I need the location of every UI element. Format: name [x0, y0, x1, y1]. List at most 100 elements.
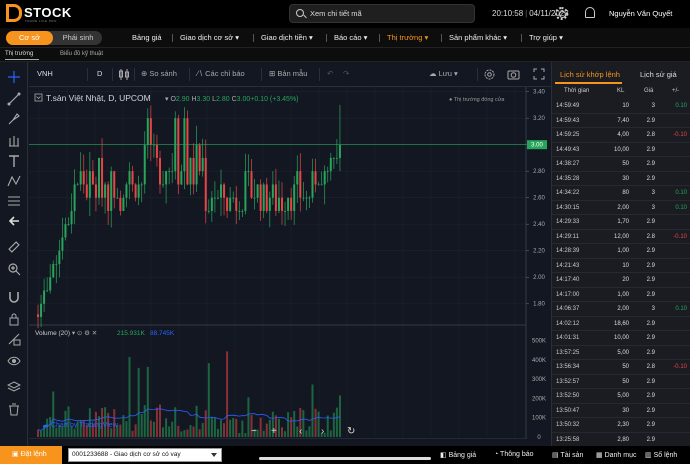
reset-chart-icon[interactable]: ↻: [347, 426, 355, 437]
volume-bar: [226, 351, 229, 437]
indicators-button[interactable]: ∕∖ Các chỉ báo: [197, 69, 245, 78]
nav-bang-gia[interactable]: Bảng giá: [132, 33, 162, 42]
trade-change: 0.10: [675, 103, 687, 109]
chart-area[interactable]: 3.40 3.20 3.00 2.80 2.60 2.40 2.20 2.00 1.80 500…: [29, 87, 551, 439]
brush-icon[interactable]: [7, 112, 21, 126]
candle-body: [268, 197, 271, 211]
nav-giao-dich-co-so[interactable]: Giao dịch cơ sở ▾: [180, 33, 239, 42]
crosshair-icon[interactable]: [7, 70, 21, 84]
scroll-left-icon[interactable]: ‹: [299, 426, 302, 437]
price-tick-label: 1.80: [533, 302, 545, 308]
redo-icon[interactable]: ↷: [343, 69, 349, 78]
nav-tro-giup[interactable]: Trợ giúp ▾: [529, 33, 563, 42]
volume-bar: [122, 415, 125, 437]
market-segment-toggle[interactable]: Cơ sở Phái sinh: [6, 31, 102, 45]
compare-button[interactable]: ⊕ So sánh: [141, 69, 177, 78]
legend-collapse-box[interactable]: [34, 93, 43, 102]
trade-price: 2.9: [646, 407, 655, 414]
breadcrumb-chart: Biểu đồ kỹ thuật: [60, 51, 104, 57]
candle-body: [49, 277, 52, 291]
save-button[interactable]: ☁ Lưu ▾: [429, 69, 458, 78]
gear-icon[interactable]: [555, 7, 568, 20]
volume-bar: [131, 430, 134, 437]
volume-bar: [229, 419, 232, 437]
trade-row: 14:34:22 80 3 0.10: [552, 186, 690, 201]
bottom-link-portfolio[interactable]: ▦ Danh mục: [596, 451, 636, 459]
candle-body: [73, 184, 76, 211]
volume-tick-label: 500K: [532, 339, 546, 345]
search-input[interactable]: Xem chi tiết mã: [289, 4, 475, 23]
chart-settings-icon[interactable]: [483, 68, 496, 81]
arrow-left-icon[interactable]: [7, 214, 21, 228]
volume-bar: [180, 431, 183, 437]
candle-body: [162, 184, 165, 186]
template-button[interactable]: ⊞ Bản mẫu: [269, 69, 307, 78]
trend-line-icon[interactable]: [7, 92, 21, 106]
bottom-link-notifications[interactable]: ◔ Thông báo: [494, 451, 534, 458]
trade-time: 13:52:57: [556, 378, 580, 385]
lock-drawing-icon[interactable]: [7, 332, 21, 346]
breadcrumb-market[interactable]: Thị trường: [5, 51, 33, 57]
tab-trade-history[interactable]: Lịch sử khớp lệnh: [560, 70, 620, 79]
camera-icon[interactable]: [507, 68, 520, 81]
candle-body: [70, 210, 73, 225]
nav-san-pham-khac[interactable]: Sản phẩm khác ▾: [449, 33, 507, 42]
nav-bao-cao[interactable]: Báo cáo ▾: [334, 33, 367, 42]
bottom-link-order-book[interactable]: ▥ Sổ lệnh: [645, 451, 677, 459]
trade-row: 13:25:58 2,80 2.9: [552, 433, 690, 447]
pitchfork-icon[interactable]: [7, 134, 21, 148]
trash-icon[interactable]: [7, 402, 21, 416]
tab-price-history[interactable]: Lịch sử giá: [640, 70, 677, 79]
candle-body: [290, 197, 293, 211]
volume-bar: [223, 423, 226, 437]
nav-thi-truong[interactable]: Thị trường ▾: [387, 33, 428, 42]
segment-co-so[interactable]: Cơ sở: [6, 31, 53, 45]
fib-icon[interactable]: [7, 194, 21, 208]
trade-volume: 10: [622, 103, 629, 109]
bottom-link-price-board[interactable]: ◧ Bảng giá: [440, 451, 476, 459]
account-select[interactable]: 0001233688 - Giao dịch cơ sở có vay: [68, 448, 222, 462]
interval-selector[interactable]: D: [97, 69, 102, 78]
bell-icon[interactable]: [585, 7, 595, 18]
trade-list: 14:59:49 10 3 0.10 14:59:43 7,40 2.9 14:59:25 4,…: [552, 99, 690, 447]
layers-icon[interactable]: [7, 380, 21, 394]
candle-body: [58, 250, 61, 264]
nav-divider: [253, 34, 254, 42]
trade-volume: 7,40: [617, 117, 629, 124]
price-tick-label: 2.80: [533, 169, 545, 175]
zoom-icon[interactable]: [7, 262, 21, 276]
text-icon[interactable]: [7, 154, 21, 168]
nav-giao-dich-tien[interactable]: Giao dịch tiền ▾: [261, 33, 313, 42]
candle-body: [250, 171, 253, 198]
zoom-in-icon[interactable]: +: [271, 426, 277, 437]
place-order-button[interactable]: ▣ Đặt lệnh: [0, 446, 62, 464]
volume-bar: [305, 430, 308, 437]
trade-row: 13:50:47 30 2.9: [552, 404, 690, 418]
candle-body: [201, 157, 204, 172]
candle-body: [198, 144, 201, 172]
volume-bar: [165, 418, 168, 437]
trade-row: 14:28:39 1,00 2.9: [552, 244, 690, 259]
fullscreen-icon[interactable]: [533, 68, 545, 80]
scroll-right-icon[interactable]: ›: [321, 426, 324, 437]
toolbar-divider: [261, 68, 262, 81]
eye-icon[interactable]: [7, 354, 21, 368]
trade-time: 14:02:12: [556, 320, 580, 327]
trade-price: 2.9: [646, 378, 655, 385]
user-name[interactable]: Nguyễn Văn Quyết: [609, 9, 672, 18]
bottom-link-assets[interactable]: ▤ Tài sản: [552, 451, 583, 459]
zoom-out-icon[interactable]: −: [251, 426, 257, 437]
brand-logo[interactable]: STOCK TRADE LIKE PRO: [6, 4, 71, 24]
ruler-icon[interactable]: [7, 240, 21, 254]
undo-icon[interactable]: ↶: [327, 69, 333, 78]
trade-volume: 1,00: [617, 291, 629, 298]
pattern-icon[interactable]: [7, 174, 21, 188]
candle-style-icon[interactable]: [118, 68, 130, 81]
trade-row: 14:38:27 50 2.9: [552, 157, 690, 172]
chart-title: T.sản Việt Nhật, D, UPCOM: [46, 93, 151, 103]
lock-icon[interactable]: [7, 312, 21, 326]
symbol-selector[interactable]: VNH: [37, 69, 53, 78]
segment-phai-sinh[interactable]: Phái sinh: [55, 31, 101, 45]
volume-bar: [235, 418, 238, 437]
magnet-icon[interactable]: [7, 290, 21, 304]
